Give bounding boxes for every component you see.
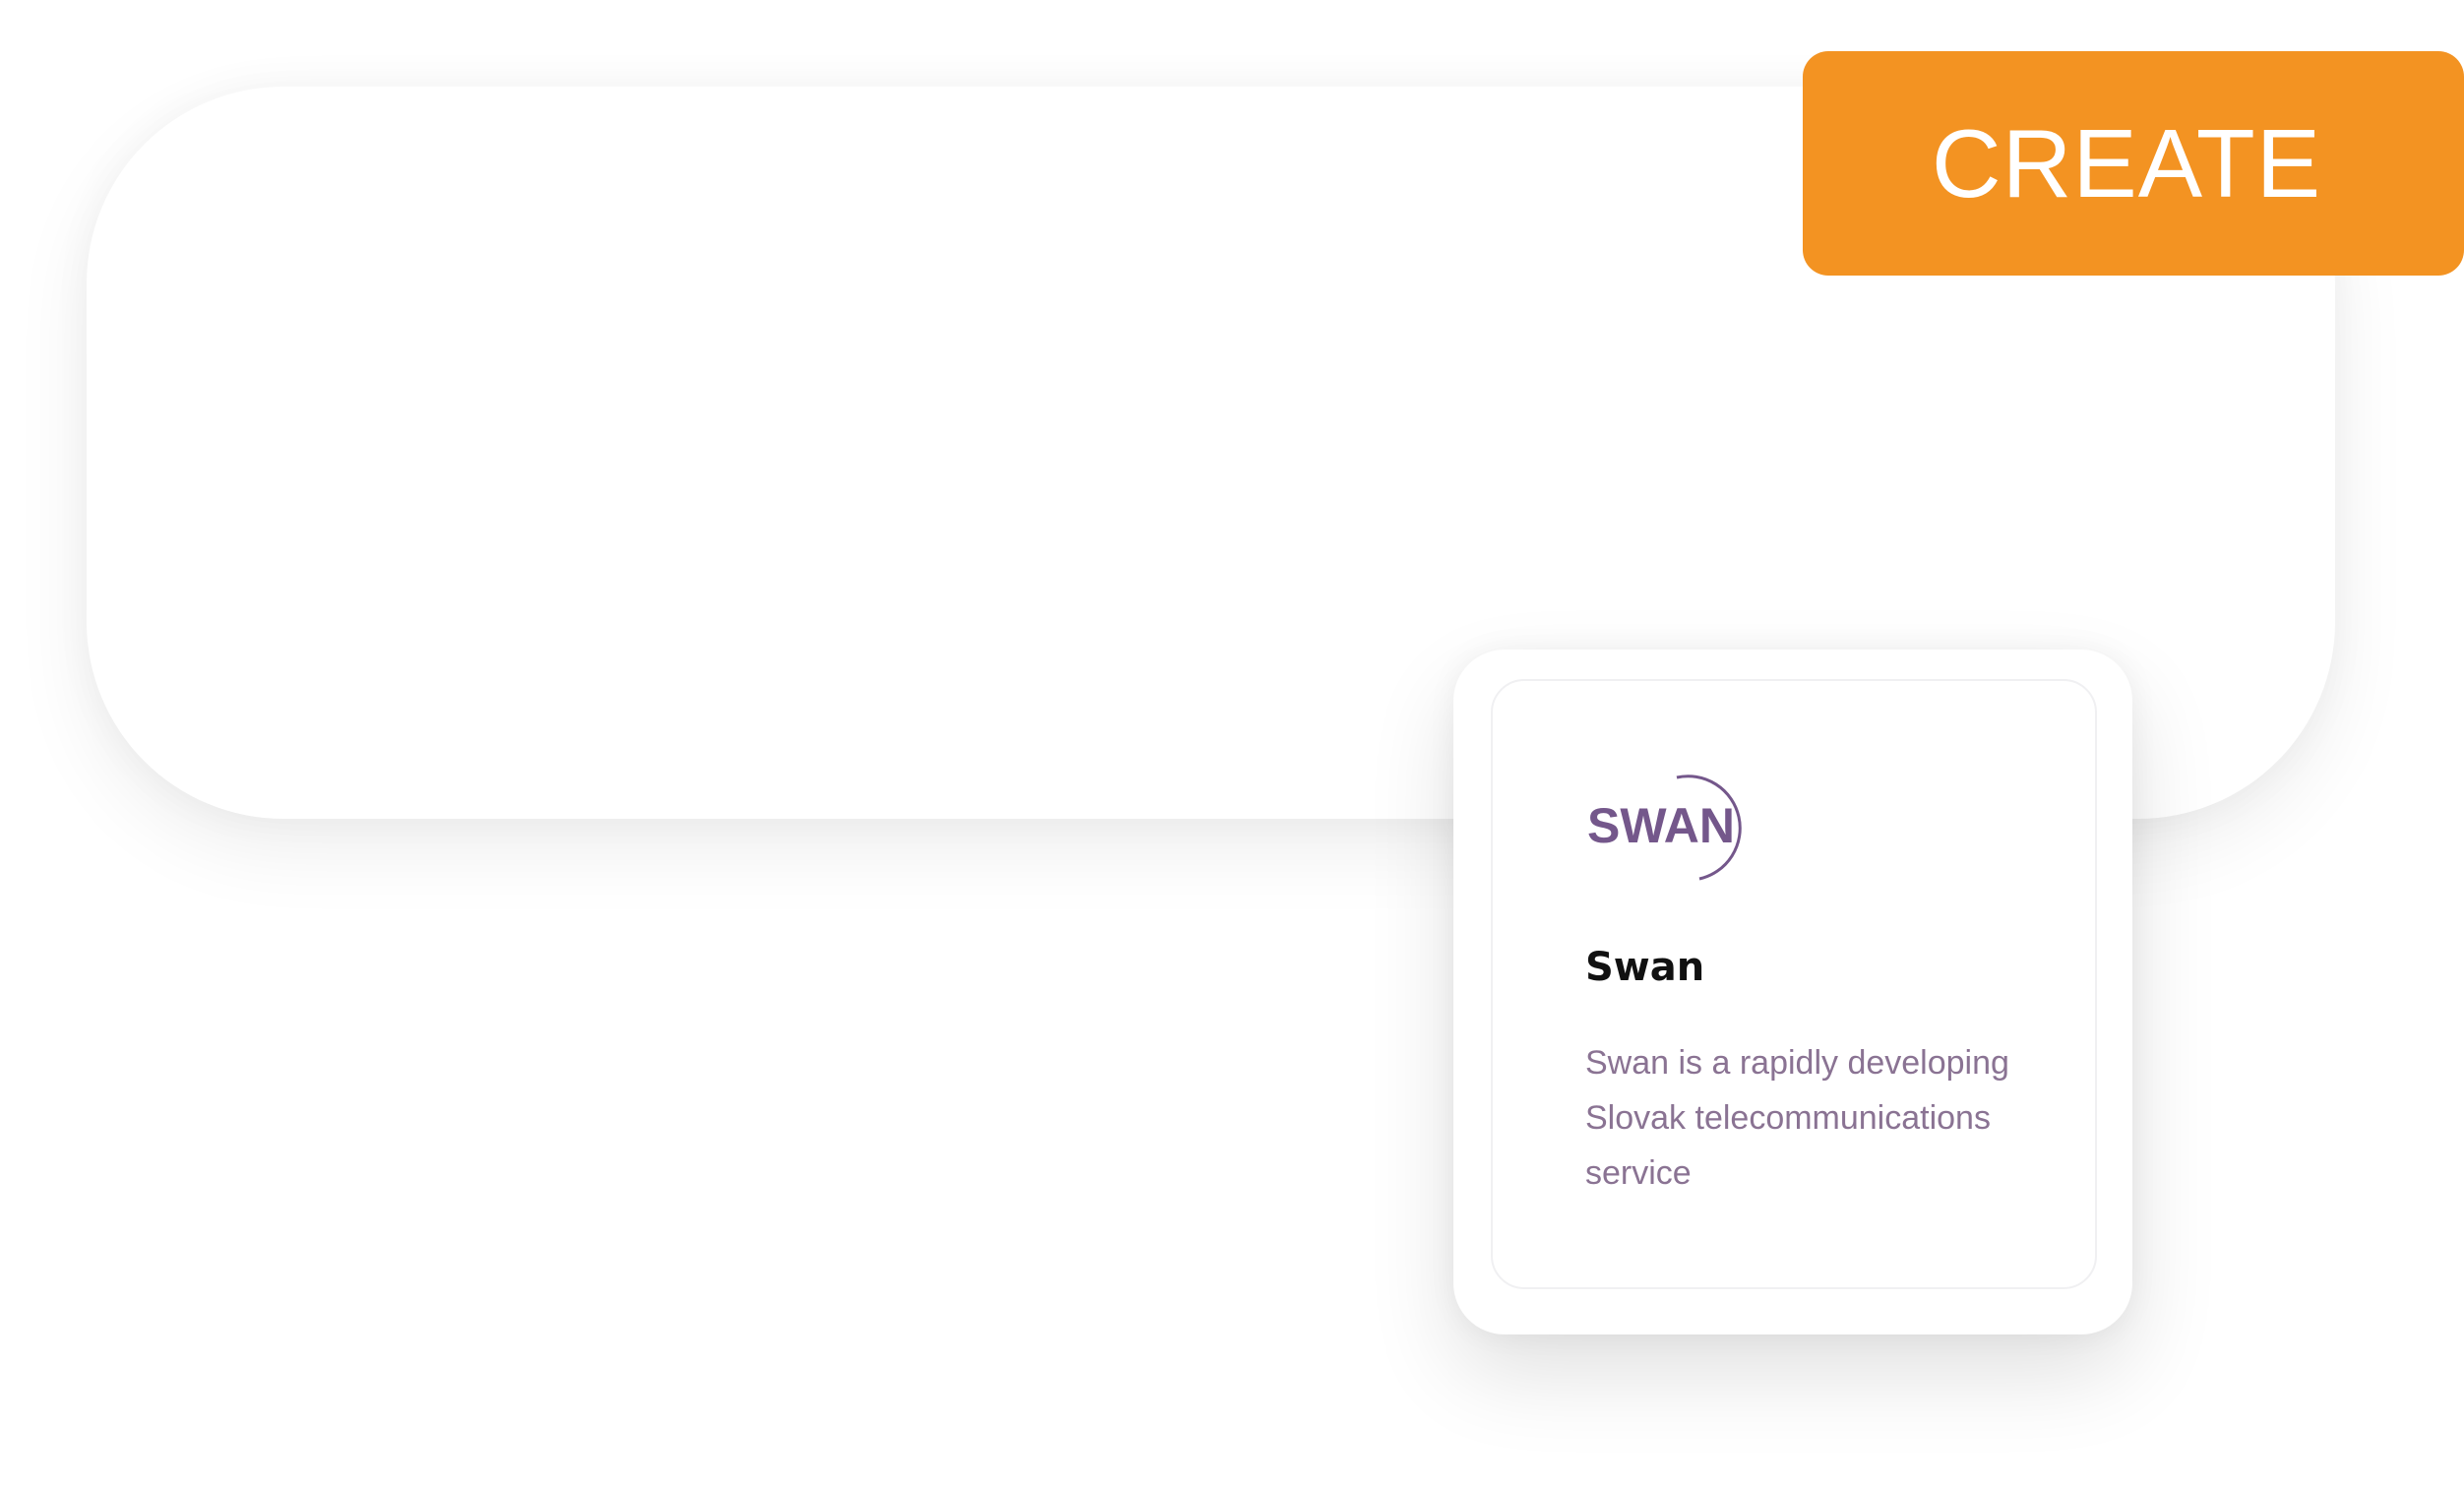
company-card[interactable]: SWAN Swan Swan is a rapidly developing S…	[1453, 650, 2132, 1334]
canvas: CREATE SWAN Swan Swan is a rapidly devel…	[0, 0, 2464, 1488]
card-title: Swan	[1585, 945, 1705, 990]
company-card-inner: SWAN Swan Swan is a rapidly developing S…	[1491, 679, 2097, 1289]
create-button[interactable]: CREATE	[1803, 51, 2464, 276]
logo-text: SWAN	[1587, 798, 1735, 853]
swan-logo: SWAN	[1587, 775, 1742, 881]
card-description: Swan is a rapidly developing Slovak tele…	[1585, 1044, 2009, 1192]
